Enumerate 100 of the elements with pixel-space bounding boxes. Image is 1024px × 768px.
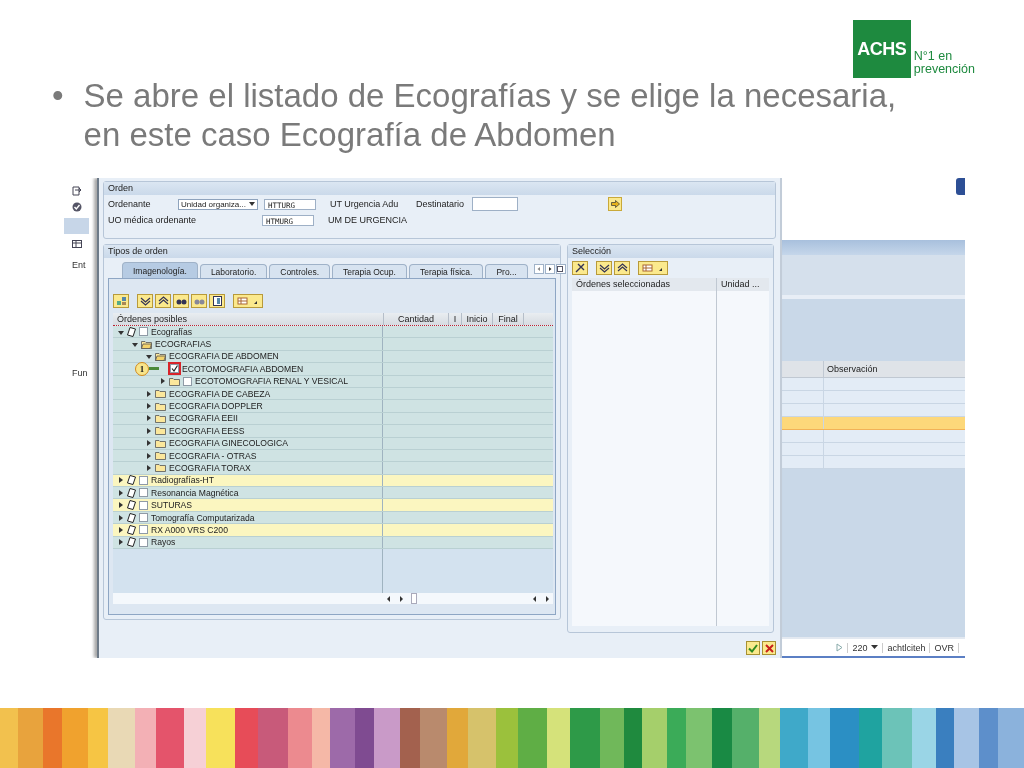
confirm-button[interactable] <box>746 641 760 655</box>
tab[interactable]: Controles. <box>269 264 330 278</box>
expand-all-icon <box>139 296 151 306</box>
slanted-card-icon <box>127 500 136 511</box>
tree-item-label: ECOGRAFIA DE ABDOMEN <box>169 351 279 362</box>
checkbox[interactable] <box>139 327 148 337</box>
slanted-card-icon <box>127 537 136 548</box>
scroll-left-icon[interactable] <box>531 594 539 603</box>
tab[interactable]: Terapia Ocup. <box>332 264 407 278</box>
tab[interactable]: Terapia física. <box>408 264 484 278</box>
section-title: Selección <box>568 245 773 258</box>
scroll-thumb[interactable] <box>411 593 417 604</box>
dropdown-caret-icon[interactable] <box>249 202 255 206</box>
logo-tagline: N°1 en <box>913 50 954 63</box>
tree-item-label: Radiografías-HT <box>151 475 215 486</box>
tree-row[interactable]: ECOGRAFIA DOPPLER <box>113 400 553 413</box>
slanted-card-icon <box>127 487 136 498</box>
tree-row[interactable]: RX A000 VRS C200 <box>113 524 553 537</box>
tree-item-label: Resonancia Magnética <box>151 487 239 498</box>
tree-row[interactable]: ECOGRAFIA TORAX <box>113 462 553 475</box>
tree-row[interactable]: SUTURAS <box>113 499 553 512</box>
expand-caret-icon[interactable] <box>117 538 125 547</box>
hierarchy-button[interactable] <box>113 294 129 308</box>
dropdown-field[interactable]: Unidad organiza... <box>178 198 258 210</box>
column-header: Cantidad <box>384 313 449 325</box>
checkbox[interactable] <box>170 364 179 374</box>
arrow-button[interactable] <box>608 197 623 211</box>
expand-caret-icon[interactable] <box>145 439 153 448</box>
folder-icon <box>141 339 152 349</box>
field-label: Ordenante <box>108 199 152 209</box>
expand-caret-icon[interactable] <box>117 525 125 534</box>
tree-item-label: Tomografía Computarizada <box>151 512 255 523</box>
column-header: Inicio <box>462 313 493 325</box>
tree-row[interactable]: Ecografías <box>113 326 553 339</box>
expand-all-button[interactable] <box>137 294 153 308</box>
tab[interactable]: Laboratorio. <box>199 264 268 278</box>
expand-caret-icon[interactable] <box>117 513 125 522</box>
slanted-card-icon <box>127 326 136 337</box>
collapse-caret-icon[interactable] <box>145 352 153 361</box>
checkbox[interactable] <box>139 488 148 498</box>
expand-caret-icon[interactable] <box>117 488 125 497</box>
expand-caret-icon[interactable] <box>117 476 125 485</box>
columns-menu-button[interactable] <box>233 294 263 308</box>
expand-caret-icon[interactable] <box>159 377 167 386</box>
checkbox[interactable] <box>183 376 192 386</box>
input-mode: OVR <box>934 642 954 653</box>
expand-caret-icon[interactable] <box>145 389 153 398</box>
slanted-card-icon <box>127 512 136 523</box>
collapse-all-icon <box>157 296 169 306</box>
collapse-caret-icon[interactable] <box>131 340 139 349</box>
slanted-card-icon <box>127 475 136 486</box>
collapse-all-button[interactable] <box>155 294 171 308</box>
checkbox[interactable] <box>139 500 148 510</box>
panel-label: Ent <box>72 260 86 270</box>
column-header: Final <box>493 313 524 325</box>
tree-item-label: Rayos <box>151 537 176 548</box>
close-icon <box>764 643 774 653</box>
layout-button[interactable] <box>209 294 225 308</box>
table-icon[interactable] <box>72 240 82 248</box>
field-label: UO médica ordenante <box>108 215 198 225</box>
columns-menu-button[interactable] <box>638 261 668 275</box>
dropdown-caret-icon[interactable] <box>871 645 879 650</box>
scroll-right-button[interactable] <box>544 264 555 274</box>
tab[interactable]: Pro... <box>485 264 528 278</box>
checkbox[interactable] <box>139 513 148 523</box>
logo-mark: ACHS <box>852 20 911 78</box>
input-field[interactable] <box>472 197 519 211</box>
hierarchy-icon <box>115 296 127 306</box>
expand-caret-icon[interactable] <box>145 402 153 411</box>
tree-row[interactable]: 1 ECOTOMOGRAFIA ABDOMEN <box>113 363 553 376</box>
tree-row[interactable]: ECOGRAFIA EESS <box>113 425 553 438</box>
tree-item-label: ECOGRAFIA - OTRAS <box>169 450 257 461</box>
cancel-button[interactable] <box>762 641 776 655</box>
tree-item-label: Ecografías <box>151 326 193 337</box>
field-value: UM DE URGENCIA <box>328 215 407 225</box>
check-circle-icon[interactable] <box>72 202 82 212</box>
scroll-right-icon[interactable] <box>543 594 551 603</box>
tree-item-label: ECOGRAFIA DOPPLER <box>169 401 263 412</box>
tree-item-label: ECOGRAFIA EESS <box>169 425 245 436</box>
checkbox[interactable] <box>139 475 148 485</box>
expand-caret-icon[interactable] <box>145 414 153 423</box>
document-icon[interactable] <box>72 186 82 196</box>
tab-list-button[interactable] <box>555 264 566 274</box>
expand-caret-icon[interactable] <box>117 501 125 510</box>
checkbox[interactable] <box>139 525 148 535</box>
scroll-right-icon[interactable] <box>397 594 405 603</box>
checkbox[interactable] <box>139 537 148 547</box>
tree-item-label: ECOGRAFIA EEII <box>169 413 238 424</box>
user-name: achtlciteh <box>887 642 926 653</box>
remove-button[interactable] <box>572 261 588 275</box>
expand-all-button[interactable] <box>596 261 612 275</box>
scroll-left-icon[interactable] <box>385 594 393 603</box>
expand-caret-icon[interactable] <box>145 426 153 435</box>
tab[interactable]: Imagenología. <box>122 262 198 278</box>
tree-item-label: SUTURAS <box>151 500 193 511</box>
tree-row[interactable]: ECOGRAFIAS <box>113 338 553 351</box>
collapse-all-button[interactable] <box>614 261 630 275</box>
expand-caret-icon[interactable] <box>145 451 153 460</box>
left-arrow-icon <box>535 266 542 272</box>
tree-row[interactable]: Resonancia Magnética <box>113 487 553 500</box>
